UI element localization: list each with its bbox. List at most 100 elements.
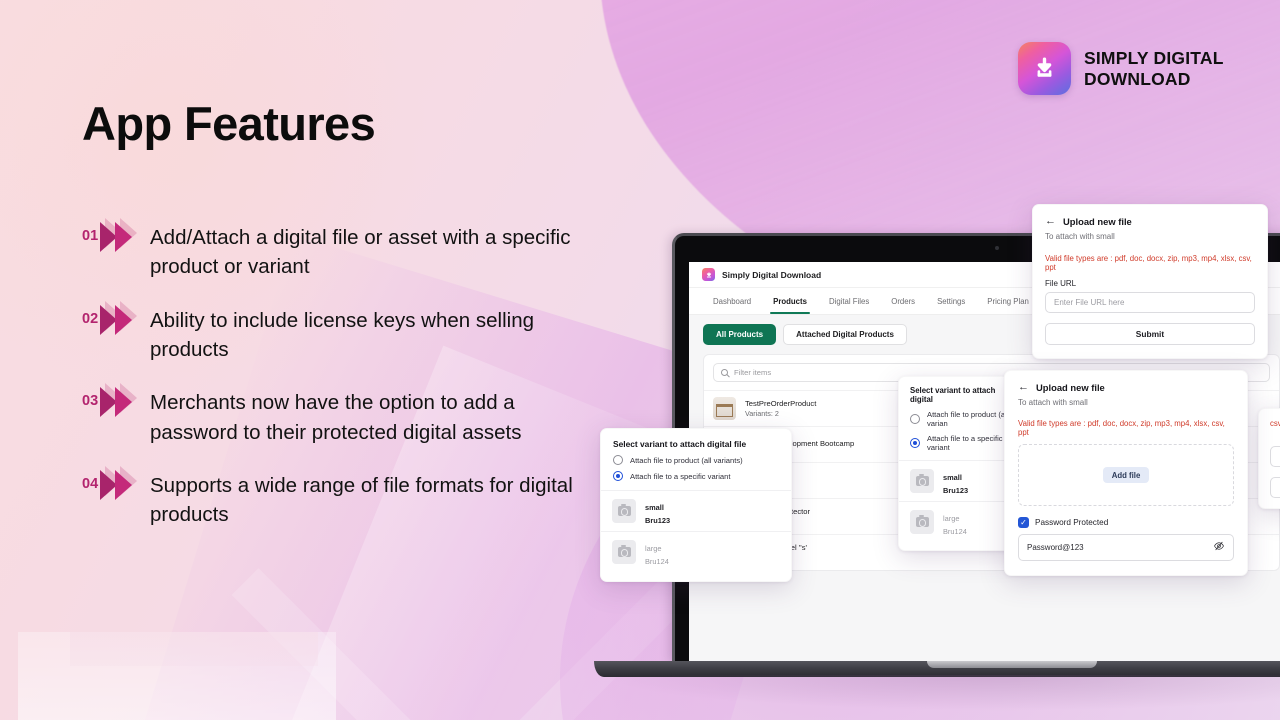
tab-products[interactable]: Products [762, 288, 818, 314]
feature-text: Ability to include license keys when sel… [150, 308, 535, 361]
upload-add-file-card: ← Upload new file To attach with small V… [1004, 370, 1248, 576]
eye-off-icon[interactable] [1213, 540, 1225, 555]
feature-item: 03 Merchants now have the option to add … [82, 383, 602, 447]
radio-icon [613, 455, 623, 465]
submit-button[interactable]: Submit [1045, 323, 1255, 345]
laptop-shadow [602, 675, 1280, 711]
feature-marker: 04 [82, 465, 150, 500]
password-protected-checkbox-row[interactable]: ✓ Password Protected [1018, 517, 1234, 528]
feature-item: 02 Ability to include license keys when … [82, 300, 602, 365]
feature-number: 01 [82, 228, 99, 244]
feature-number: 03 [82, 393, 99, 410]
double-chevron-icon [100, 218, 150, 252]
camera-placeholder-icon [612, 540, 636, 564]
tab-pricing-plan[interactable]: Pricing Plan [976, 288, 1040, 314]
brand-logo: SIMPLY DIGITAL DOWNLOAD [1018, 42, 1224, 95]
upload-card-title-text: Upload new file [1036, 382, 1105, 393]
camera-placeholder-icon [910, 469, 934, 493]
upload-card-subtitle: To attach with small [1045, 232, 1115, 241]
product-name: TestPreOrderProduct [745, 398, 817, 408]
radio-option-all-variants[interactable]: Attach file to product (all varian [910, 410, 1012, 428]
add-file-button[interactable]: Add file [1102, 467, 1150, 483]
valid-file-types-fragment: csv, ppt [1270, 419, 1280, 428]
radio-icon [910, 414, 920, 424]
radio-option-all-variants[interactable]: Attach file to product (all variants) [613, 455, 779, 465]
webcam-icon [995, 246, 999, 250]
page-title: App Features [82, 97, 376, 150]
password-input[interactable]: Password@123 [1018, 534, 1234, 561]
variant-sku: Bru124 [645, 557, 669, 566]
variant-row[interactable]: small Bru123 [601, 490, 791, 531]
file-url-label: File URL [1045, 279, 1077, 288]
search-icon [721, 369, 728, 376]
search-placeholder: Filter items [734, 368, 772, 377]
feature-marker: 02 [82, 300, 150, 335]
password-protected-label: Password Protected [1035, 518, 1109, 527]
laptop-base-notch [927, 661, 1097, 668]
radio-option-specific-variant[interactable]: Attach file to a specific variant [613, 471, 779, 481]
input-field-fragment[interactable] [1270, 446, 1280, 467]
feature-text: Merchants now have the option to add a p… [150, 391, 522, 444]
back-arrow-icon[interactable]: ← [1045, 216, 1056, 227]
variant-name: small [943, 473, 962, 482]
brand-line-1: SIMPLY DIGITAL [1084, 48, 1224, 69]
variant-name: small [645, 503, 664, 512]
double-chevron-icon [100, 465, 150, 500]
app-logo-icon [702, 268, 715, 281]
attached-digital-products-button[interactable]: Attached Digital Products [783, 324, 907, 345]
feature-marker: 03 [82, 383, 150, 418]
feature-marker: 01 [82, 218, 150, 252]
radio-icon-selected [910, 438, 920, 448]
password-value: Password@123 [1027, 543, 1084, 552]
variant-sku: Bru124 [943, 527, 967, 536]
app-name: Simply Digital Download [722, 269, 822, 280]
upload-card-title-text: Upload new file [1063, 216, 1132, 227]
valid-file-types: Valid file types are : pdf, doc, docx, z… [1045, 254, 1252, 272]
variant-card-back-title: Select variant to attach digital [910, 386, 996, 404]
variant-name: large [645, 544, 662, 553]
radio-option-specific-variant[interactable]: Attach file to a specific variant [910, 434, 1012, 452]
upload-card-title: ← Upload new file [1045, 216, 1255, 228]
background-bracket-notch [70, 632, 318, 666]
camera-placeholder-icon [612, 499, 636, 523]
feature-text: Supports a wide range of file formats fo… [150, 473, 573, 527]
feature-text: Add/Attach a digital file or asset with … [150, 226, 571, 279]
tab-digital-files[interactable]: Digital Files [818, 288, 880, 314]
file-url-input[interactable]: Enter File URL here [1045, 292, 1255, 313]
variant-name: large [943, 514, 960, 523]
variant-card-title: Select variant to attach digital file [613, 439, 747, 449]
brand-name: SIMPLY DIGITAL DOWNLOAD [1084, 48, 1224, 89]
all-products-button[interactable]: All Products [703, 324, 777, 345]
radio-label: Attach file to product (all varian [927, 410, 1009, 428]
upload-card-title: ← Upload new file [1018, 382, 1234, 394]
double-chevron-icon [100, 300, 150, 335]
radio-icon-selected [613, 471, 623, 481]
feature-item: 04 Supports a wide range of file formats… [82, 465, 602, 530]
feature-list: 01 Add/Attach a digital file or asset wi… [82, 218, 602, 553]
radio-label: Attach file to a specific variant [927, 434, 1003, 452]
radio-label: Attach file to product (all variants) [630, 455, 743, 465]
variant-row[interactable]: large Bru124 [601, 531, 791, 572]
tab-orders[interactable]: Orders [880, 288, 926, 314]
back-arrow-icon[interactable]: ← [1018, 382, 1029, 393]
variant-sku: Bru123 [645, 516, 671, 525]
feature-number: 02 [82, 310, 99, 327]
tab-settings[interactable]: Settings [926, 288, 976, 314]
feature-item: 01 Add/Attach a digital file or asset wi… [82, 218, 602, 282]
valid-file-types: Valid file types are : pdf, doc, docx, z… [1018, 419, 1225, 437]
upload-card-subtitle: To attach with small [1018, 398, 1088, 407]
camera-placeholder-icon [910, 510, 934, 534]
upload-file-url-card: ← Upload new file To attach with small V… [1032, 204, 1268, 359]
input-field-fragment[interactable] [1270, 477, 1280, 498]
tab-dashboard[interactable]: Dashboard [702, 288, 762, 314]
brand-line-2: DOWNLOAD [1084, 68, 1191, 89]
double-chevron-icon [100, 383, 150, 418]
product-thumbnail [713, 397, 736, 420]
feature-number: 04 [82, 475, 99, 492]
download-arrow-icon [1018, 42, 1071, 95]
checkbox-icon-checked[interactable]: ✓ [1018, 517, 1029, 528]
product-variants: Variants: 2 [745, 409, 779, 419]
upload-card-edge: csv, ppt [1258, 408, 1280, 509]
file-dropzone[interactable]: Add file [1018, 444, 1234, 506]
variant-select-card: Select variant to attach digital file At… [600, 428, 792, 582]
